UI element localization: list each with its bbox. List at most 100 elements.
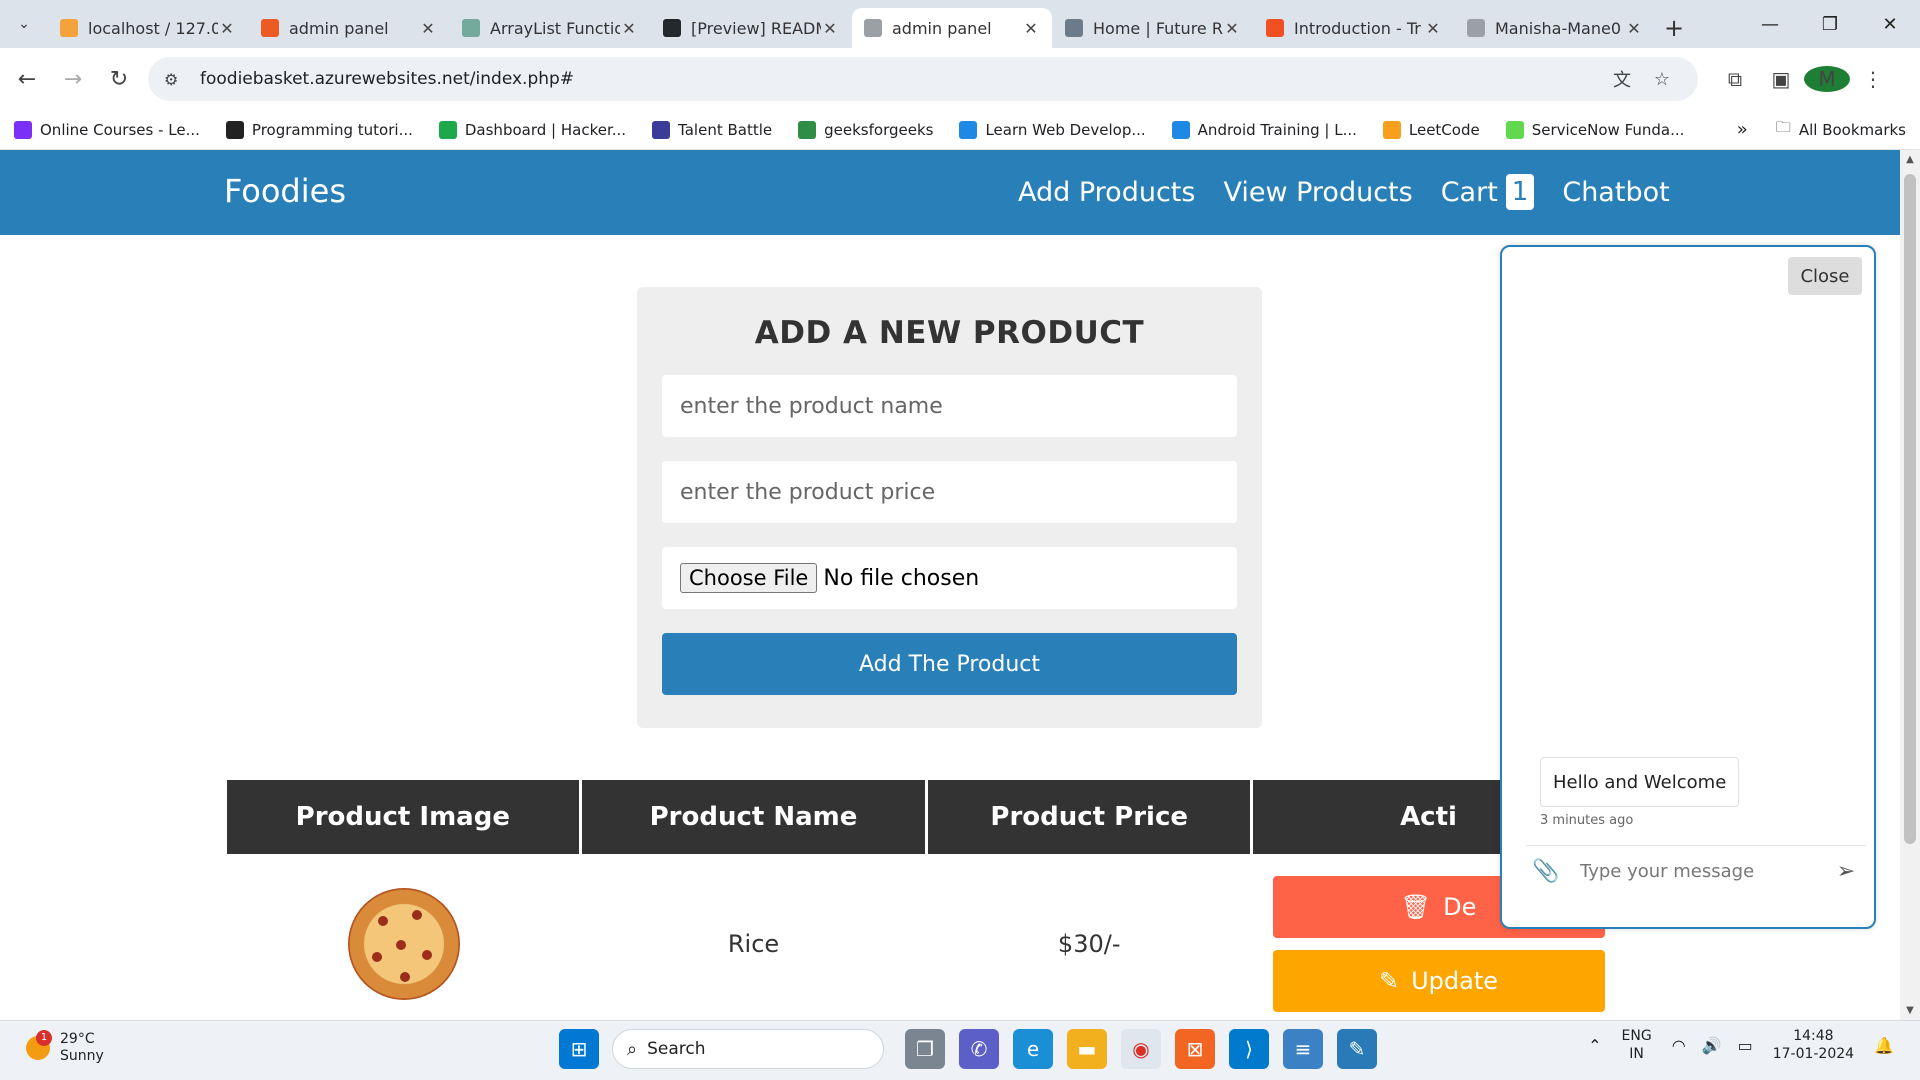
restore-icon[interactable]: ❐ <box>1800 14 1860 35</box>
chrome-browser-icon[interactable]: ◉ <box>1121 1029 1161 1069</box>
wifi-icon[interactable]: ◠ <box>1672 1036 1686 1055</box>
bookmark-item[interactable]: Online Courses - Le... <box>14 120 200 139</box>
nav-view-products[interactable]: View Products <box>1223 177 1412 208</box>
site-logo[interactable]: Foodies <box>224 172 346 210</box>
file-explorer-icon[interactable]: ▬ <box>1067 1029 1107 1069</box>
tab-favicon-icon <box>462 19 480 37</box>
tab-title: [Preview] READM <box>691 18 821 38</box>
extensions-puzzle-icon[interactable]: ⧉ <box>1712 67 1758 91</box>
update-button[interactable]: ✎ Update <box>1272 950 1605 1012</box>
lang-line1: ENG <box>1621 1028 1652 1044</box>
bookmark-favicon-icon <box>225 120 244 139</box>
attach-paperclip-icon[interactable]: 📎 <box>1526 859 1566 884</box>
bookmark-label: LeetCode <box>1408 120 1480 139</box>
minimize-icon[interactable]: — <box>1740 14 1800 35</box>
translate-icon[interactable]: 文 <box>1602 66 1642 92</box>
reload-icon[interactable]: ↻ <box>96 67 142 92</box>
form-title: ADD A NEW PRODUCT <box>754 315 1145 351</box>
forward-arrow-icon[interactable]: → <box>50 67 96 92</box>
xampp-icon[interactable]: ⊠ <box>1175 1029 1215 1069</box>
product-price-input[interactable]: enter the product price <box>662 461 1237 523</box>
product-name-input[interactable]: enter the product name <box>662 375 1237 437</box>
chat-close-button[interactable]: Close <box>1788 257 1862 295</box>
more-bookmarks-chevron-icon[interactable]: » <box>1737 119 1748 140</box>
weather-widget[interactable]: 1 29°C Sunny <box>26 1030 104 1065</box>
nav-add-products[interactable]: Add Products <box>1018 177 1195 208</box>
tray-chevron-up-icon[interactable]: ⌃ <box>1588 1036 1601 1055</box>
menu-kebab-icon[interactable]: ⋮ <box>1850 67 1896 91</box>
tab-close-icon[interactable]: ✕ <box>1424 19 1442 38</box>
tab-favicon-icon <box>1065 19 1083 37</box>
bookmark-item[interactable]: Android Training | L... <box>1171 120 1357 139</box>
volume-icon[interactable]: 🔊 <box>1702 1036 1722 1055</box>
browser-tab[interactable]: admin panel ✕ <box>249 8 449 48</box>
tab-close-icon[interactable]: ✕ <box>620 19 638 38</box>
language-indicator[interactable]: ENG IN <box>1622 1027 1652 1063</box>
bookmark-item[interactable]: geeksforgeeks <box>798 120 933 139</box>
browser-tab[interactable]: localhost / 127.0 ✕ <box>48 8 248 48</box>
tab-close-icon[interactable]: ✕ <box>1022 19 1040 38</box>
delete-label: De <box>1443 893 1477 921</box>
back-arrow-icon[interactable]: ← <box>4 67 50 92</box>
browser-tab[interactable]: ArrayList Functio ✕ <box>450 8 650 48</box>
browser-tab[interactable]: Home | Future R ✕ <box>1053 8 1253 48</box>
tab-search-chevron-icon[interactable]: ⌄ <box>0 0 48 48</box>
bookmark-item[interactable]: ServiceNow Funda... <box>1505 120 1684 139</box>
clock[interactable]: 14:48 17-01-2024 <box>1773 1027 1854 1063</box>
bookmark-favicon-icon <box>1382 120 1401 139</box>
tab-close-icon[interactable]: ✕ <box>419 19 437 38</box>
bookmark-item[interactable]: Dashboard | Hacker... <box>438 120 626 139</box>
products-table: Product Image Product Name Product Price… <box>227 780 1607 1020</box>
site-info-icon[interactable]: ⚙ <box>164 70 190 89</box>
tab-close-icon[interactable]: ✕ <box>218 19 236 38</box>
bookmark-item[interactable]: Programming tutori... <box>225 120 413 139</box>
new-tab-plus-icon[interactable]: + <box>1656 8 1692 48</box>
address-bar[interactable]: ⚙ foodiebasket.azurewebsites.net/index.p… <box>148 57 1698 101</box>
bookmark-star-icon[interactable]: ☆ <box>1642 69 1682 90</box>
bookmark-item[interactable]: Talent Battle <box>652 120 772 139</box>
tab-close-icon[interactable]: ✕ <box>821 19 839 38</box>
bookmark-favicon-icon <box>1505 120 1524 139</box>
bookmark-item[interactable]: Learn Web Develop... <box>959 120 1146 139</box>
bookmark-item[interactable]: LeetCode <box>1382 120 1480 139</box>
tab-favicon-icon <box>1467 19 1485 37</box>
scroll-down-icon[interactable]: ▼ <box>1900 1005 1920 1016</box>
browser-tab[interactable]: admin panel ✕ <box>852 8 1052 48</box>
sun-icon: 1 <box>26 1030 52 1060</box>
scrollbar-thumb[interactable] <box>1904 174 1916 844</box>
tab-close-icon[interactable]: ✕ <box>1625 19 1643 38</box>
bookmark-favicon-icon <box>798 120 817 139</box>
bookmark-label: Learn Web Develop... <box>985 120 1146 139</box>
tab-close-icon[interactable]: ✕ <box>1223 19 1241 38</box>
task-view-icon[interactable]: ❐ <box>905 1029 945 1069</box>
browser-tab[interactable]: Introduction - Tr ✕ <box>1254 8 1454 48</box>
add-product-button[interactable]: Add The Product <box>662 633 1237 695</box>
tab-favicon-icon <box>663 19 681 37</box>
windows-start-icon[interactable]: ⊞ <box>559 1029 599 1069</box>
product-image-file-input[interactable]: Choose File No file chosen <box>662 547 1237 609</box>
edge-browser-icon[interactable]: e <box>1013 1029 1053 1069</box>
taskbar-search[interactable]: ⌕ Search <box>612 1029 884 1069</box>
battery-icon[interactable]: ▭ <box>1738 1036 1753 1055</box>
notepad-icon[interactable]: ≡ <box>1283 1029 1323 1069</box>
close-window-icon[interactable]: ✕ <box>1860 14 1920 35</box>
teams-chat-icon[interactable]: ✆ <box>959 1029 999 1069</box>
all-bookmarks-button[interactable]: 🗀 All Bookmarks <box>1776 117 1906 142</box>
choose-file-button[interactable]: Choose File <box>680 563 818 593</box>
bookmark-favicon-icon <box>1171 120 1190 139</box>
vscode-icon[interactable]: ⟩ <box>1229 1029 1269 1069</box>
nav-cart[interactable]: Cart 1 <box>1441 174 1535 210</box>
browser-tab[interactable]: [Preview] READM ✕ <box>651 8 851 48</box>
url-text[interactable]: foodiebasket.azurewebsites.net/index.php… <box>200 69 1602 89</box>
chat-message-input[interactable]: Type your message <box>1580 861 1826 882</box>
paint-icon[interactable]: ✎ <box>1337 1029 1377 1069</box>
notification-bell-icon[interactable]: 🔔 <box>1874 1036 1894 1055</box>
scroll-up-icon[interactable]: ▲ <box>1900 154 1920 165</box>
profile-avatar-button[interactable]: M <box>1804 66 1850 92</box>
page-scrollbar[interactable]: ▲ ▼ <box>1900 150 1920 1020</box>
side-panel-icon[interactable]: ▣ <box>1758 67 1804 91</box>
tab-favicon-icon <box>1266 19 1284 37</box>
send-icon[interactable]: ➢ <box>1826 859 1866 884</box>
browser-tab[interactable]: Manisha-Mane0 ✕ <box>1455 8 1655 48</box>
nav-chatbot[interactable]: Chatbot <box>1562 177 1669 208</box>
